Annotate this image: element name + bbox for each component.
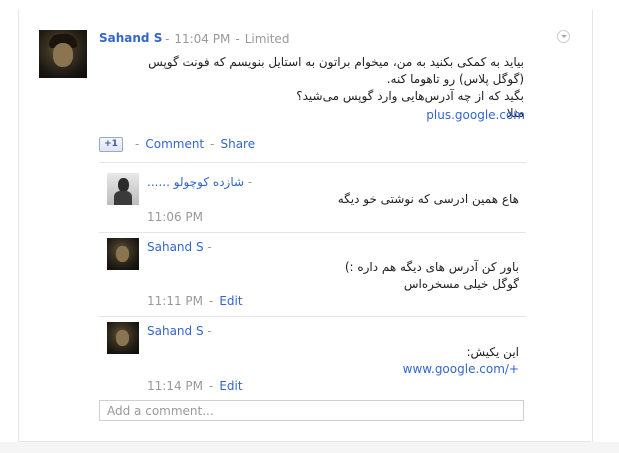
comment-edit-link[interactable]: Edit (219, 294, 242, 308)
post-link[interactable]: plus.google.com (426, 108, 525, 122)
share-link[interactable]: Share (220, 137, 255, 151)
comment-author-name[interactable]: شازده کوچولو ...... (147, 175, 244, 189)
post-meta: -11:04 PM - Limited (165, 32, 290, 46)
comment-edit-link[interactable]: Edit (219, 379, 242, 393)
comment-author: Sahand S - (147, 324, 212, 338)
comment-divider (99, 162, 526, 163)
comment-author-name[interactable]: Sahand S (147, 324, 204, 338)
comment-author: Sahand S - (147, 240, 212, 254)
comment-time[interactable]: 11:11 PM (147, 294, 203, 308)
comment-author: شازده کوچولو ...... - (147, 175, 253, 189)
comment-text: هاع همین ادرسی که نوشتی خو دیگه (337, 192, 519, 206)
comment-text-line: این یکیش: (466, 345, 519, 359)
comment-meta: 11:11 PM - Edit (147, 294, 243, 308)
post-author-name[interactable]: Sahand S (99, 31, 162, 45)
post-body-line: بیاید به کمکی بکنید به من، میخوام براتون… (148, 55, 524, 69)
comment-meta: 11:06 PM (147, 210, 203, 224)
post-body-line: بگید که از چه آدرس‌هایی وارد گوپس می‌شید… (296, 89, 524, 103)
post-body-line: (گوگل پلاس) رو تاهوما کنه. (386, 72, 524, 86)
comment-link[interactable]: Comment (145, 137, 204, 151)
comment-avatar[interactable] (107, 173, 139, 205)
post-actions: +1- Comment - Share (99, 137, 255, 152)
post-author-avatar[interactable] (39, 30, 87, 78)
post-visibility[interactable]: Limited (245, 32, 290, 46)
comment-avatar[interactable] (107, 238, 139, 270)
comment-text-line: باور کن آدرس های دیگه هم داره :) (344, 260, 519, 274)
comment-divider (99, 232, 526, 233)
comment-avatar[interactable] (107, 322, 139, 354)
feed-gap (0, 442, 619, 453)
comment-divider (99, 316, 526, 317)
comment-text: این یکیش: www.google.com/+ (147, 344, 519, 378)
comment-link[interactable]: www.google.com/+ (403, 361, 519, 378)
plusone-button[interactable]: +1 (99, 137, 123, 152)
post-options-chevron-icon[interactable] (557, 30, 570, 43)
post-time[interactable]: 11:04 PM (174, 32, 230, 46)
comment-text: باور کن آدرس های دیگه هم داره :) گوگل خی… (147, 259, 519, 293)
comment-time[interactable]: 11:06 PM (147, 210, 203, 224)
comment-time[interactable]: 11:14 PM (147, 379, 203, 393)
comment-author-name[interactable]: Sahand S (147, 240, 204, 254)
comment-text-line: گوگل خیلی مسخره‌اس (403, 277, 519, 291)
add-comment-input[interactable]: Add a comment... (99, 400, 524, 421)
comment-meta: 11:14 PM - Edit (147, 379, 243, 393)
